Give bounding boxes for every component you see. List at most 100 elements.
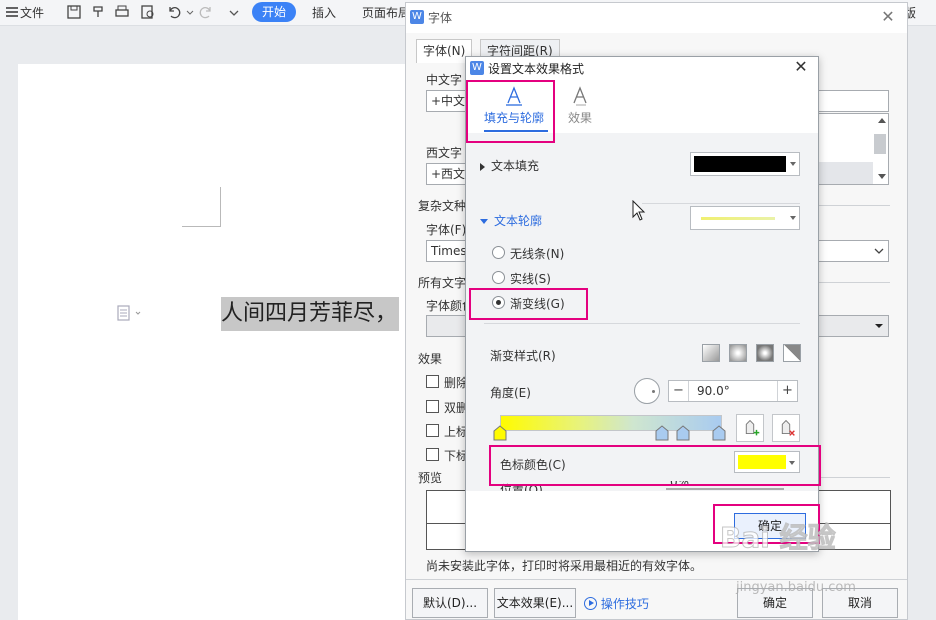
tab-font[interactable]: 字体(N) [416, 39, 473, 63]
undo-icon[interactable] [166, 4, 182, 20]
print-preview-icon[interactable] [140, 4, 156, 20]
divider [818, 205, 890, 206]
text-fill-swatch [694, 156, 786, 172]
chevron-down-icon[interactable] [874, 247, 884, 255]
text-fill-color-picker[interactable] [690, 152, 800, 176]
angle-dial[interactable] [634, 378, 660, 404]
gradient-style-label: 渐变样式(R) [490, 349, 556, 363]
divider [642, 203, 800, 204]
gradient-path-icon[interactable] [783, 344, 801, 362]
scrollbar-thumb[interactable] [874, 134, 886, 154]
font-label: 字体(F) [426, 223, 467, 237]
gradient-stop[interactable] [655, 425, 669, 441]
stop-color-picker[interactable] [734, 451, 800, 473]
strikethrough-checkbox[interactable] [426, 375, 439, 388]
scroll-down-icon[interactable] [878, 174, 886, 179]
position-row: 位置(O) 0% [466, 481, 818, 491]
print-icon[interactable] [114, 4, 130, 20]
margin-marker [220, 187, 221, 227]
remove-stop-button[interactable] [772, 414, 800, 442]
tips-link[interactable]: 操作技巧 [584, 595, 649, 612]
tips-label: 操作技巧 [600, 597, 649, 611]
solid-line-radio[interactable] [492, 271, 505, 284]
redo-icon[interactable] [198, 4, 214, 20]
angle-label: 角度(E) [490, 386, 531, 400]
gradient-linear-icon[interactable] [702, 344, 720, 362]
chevron-down-icon[interactable] [874, 322, 884, 330]
selected-document-text[interactable]: 人间四月芳菲尽， [221, 297, 400, 331]
preview-label: 预览 [418, 471, 443, 485]
font-select-value: Times [431, 244, 467, 258]
effect-dialog-titlebar: W 设置文本效果格式 ✕ [466, 57, 818, 79]
wps-logo-icon: W [410, 10, 424, 24]
add-stop-icon [745, 419, 760, 436]
text-effect-dialog: W 设置文本效果格式 ✕ 填充与轮廓 效果 文本填充 文本轮廓 无线条(N) 实… [465, 56, 819, 552]
tab-insert[interactable]: 插入 [312, 4, 336, 22]
more-chevron-icon[interactable] [226, 4, 239, 20]
file-menu[interactable]: 文件 [20, 4, 44, 22]
font-dialog-titlebar: W 字体 ✕ [406, 3, 907, 33]
no-line-label: 无线条(N) [510, 247, 565, 261]
position-label: 位置(O) [500, 483, 543, 491]
complex-script-label: 复杂文种 [418, 199, 467, 213]
format-painter-icon[interactable] [90, 4, 106, 20]
scroll-up-icon[interactable] [878, 118, 886, 123]
add-stop-button[interactable] [736, 414, 764, 442]
text-outline-label: 文本轮廓 [494, 214, 543, 228]
position-slider[interactable] [666, 488, 784, 490]
no-line-radio[interactable] [492, 246, 505, 259]
menu-icon[interactable] [4, 4, 20, 20]
gradient-stop[interactable] [712, 425, 726, 441]
superscript-checkbox[interactable] [426, 424, 439, 437]
increase-icon[interactable]: + [777, 381, 797, 401]
double-strikethrough-checkbox[interactable] [426, 400, 439, 413]
stop-color-label: 色标颜色(C) [500, 458, 566, 472]
text-outline-toggle[interactable]: 文本轮廓 [480, 212, 542, 229]
gradient-stop[interactable] [676, 425, 690, 441]
effects-label: 效果 [418, 352, 443, 366]
list-selected-row[interactable] [817, 162, 873, 184]
font-dialog-title: 字体 [428, 11, 453, 25]
decrease-icon[interactable]: − [669, 381, 689, 401]
gradient-line-label: 渐变线(G) [510, 297, 565, 311]
chevron-down-icon [790, 162, 796, 166]
stop-color-swatch [738, 455, 786, 469]
gradient-stop-selected[interactable] [493, 425, 507, 441]
save-icon[interactable] [66, 4, 82, 20]
chinese-font-value: +中文 [431, 94, 466, 108]
angle-spinner[interactable]: − 90.0° + [668, 380, 798, 402]
wps-logo-icon: W [470, 61, 484, 75]
subscript-checkbox[interactable] [426, 448, 439, 461]
all-text-label: 所有文字 [418, 276, 467, 290]
collapse-icon [480, 219, 488, 224]
tab-effects-label: 效果 [567, 111, 592, 125]
gradient-line-radio[interactable] [492, 296, 505, 309]
default-button[interactable]: 默认(D)... [412, 588, 488, 618]
baidu-watermark-url: jingyan.baidu.com [736, 580, 856, 595]
text-effect-button[interactable]: 文本效果(E)... [494, 588, 576, 618]
active-tab-indicator [484, 130, 548, 132]
close-icon[interactable]: ✕ [792, 58, 810, 76]
paragraph-options-icon[interactable] [116, 305, 142, 321]
mouse-cursor-icon [632, 199, 646, 222]
tab-start[interactable]: 开始 [252, 2, 296, 22]
document-page[interactable] [18, 64, 418, 620]
chevron-down-icon [789, 461, 795, 465]
chevron-down-icon[interactable] [182, 4, 194, 20]
font-style-list[interactable] [816, 113, 889, 185]
divider [484, 323, 800, 324]
divider [818, 477, 890, 478]
tab-page-layout[interactable]: 页面布局 [362, 4, 410, 22]
chinese-font-label: 中文字 [426, 73, 463, 87]
tab-fill-outline-label: 填充与轮廓 [483, 111, 544, 125]
gradient-radial-icon[interactable] [729, 344, 747, 362]
western-font-label: 西文字 [426, 146, 463, 160]
gradient-rect-icon[interactable] [756, 344, 774, 362]
tab-effects[interactable]: 效果 [540, 85, 620, 129]
western-font-value: +西文 [431, 167, 466, 181]
angle-value[interactable]: 90.0° [697, 381, 730, 401]
text-outline-picker[interactable] [690, 206, 800, 230]
text-fill-toggle[interactable]: 文本填充 [480, 157, 539, 174]
remove-stop-icon [781, 419, 795, 436]
close-icon[interactable]: ✕ [879, 8, 897, 26]
